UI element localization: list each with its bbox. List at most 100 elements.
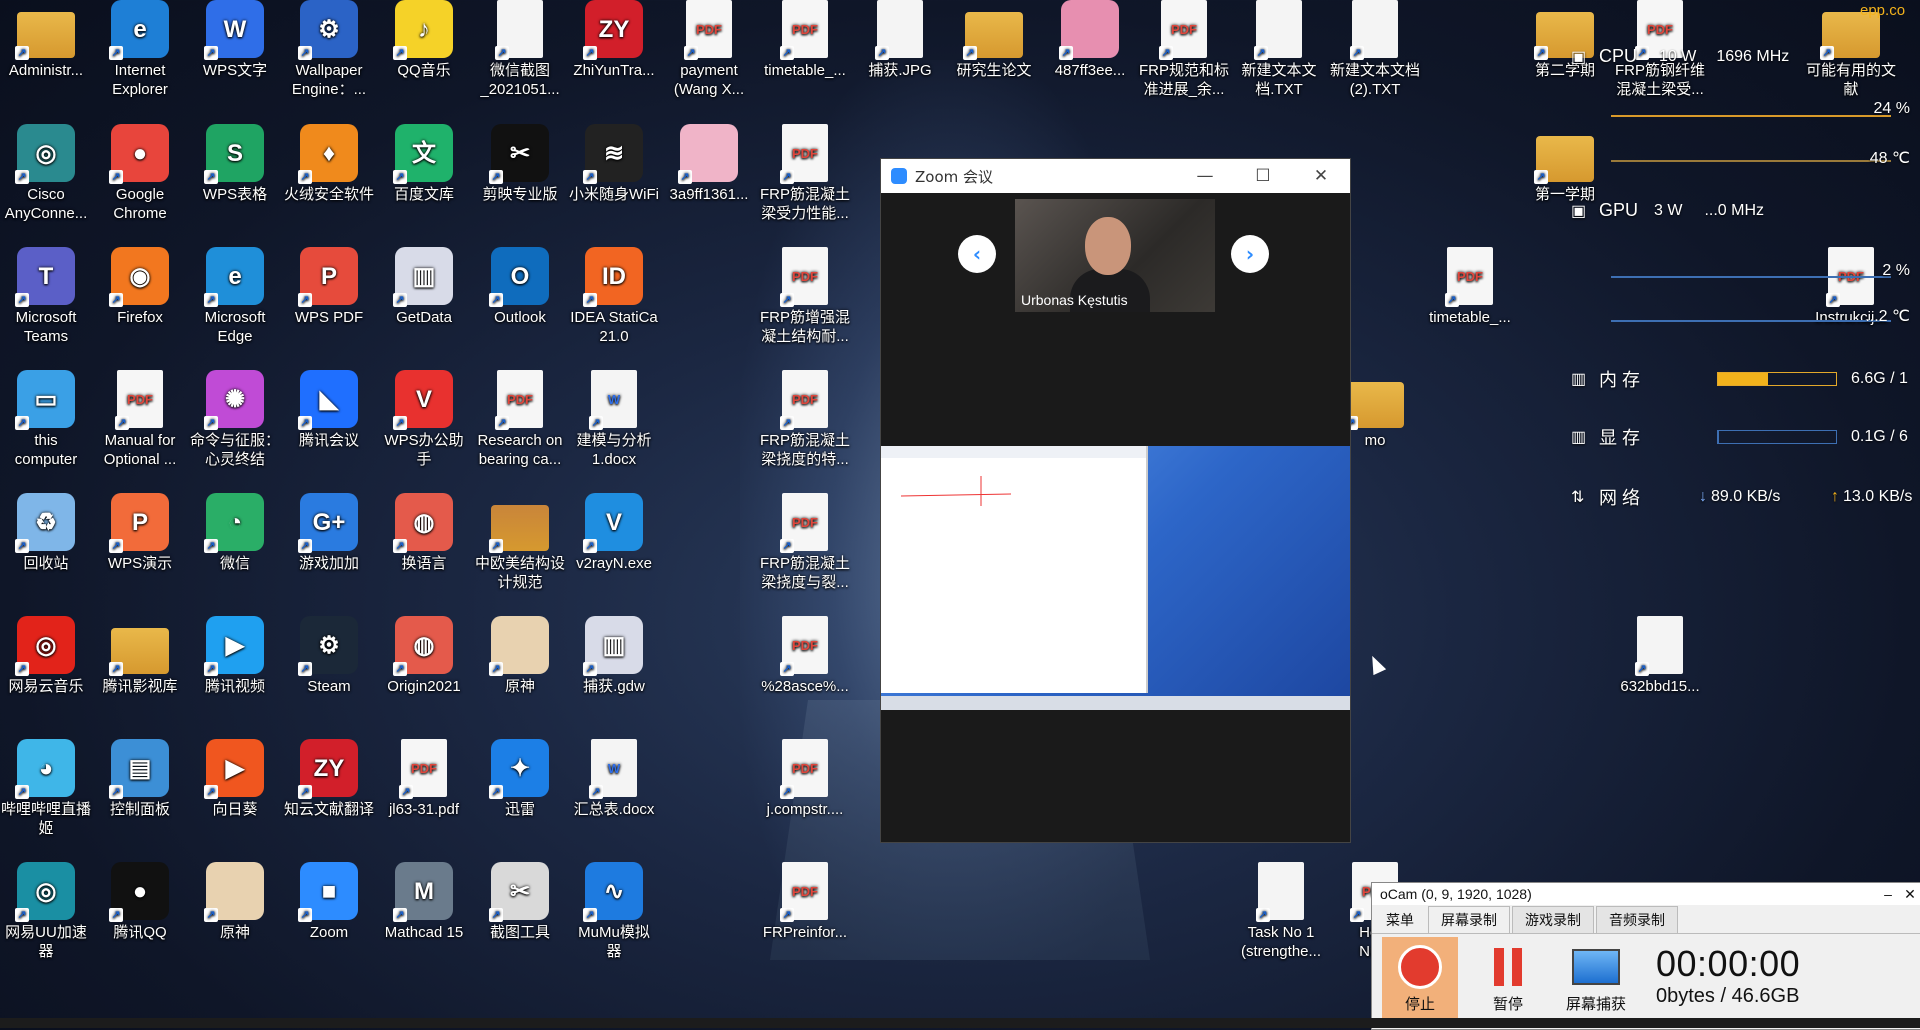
desktop-icon[interactable]: ▶ ↗ 腾讯视频 — [189, 616, 281, 696]
desktop-icon[interactable]: e ↗ Internet Explorer — [94, 0, 186, 99]
desktop-icon[interactable]: W ↗ 建模与分析 1.docx — [568, 370, 660, 469]
ocam-titlebar[interactable]: oCam (0, 9, 1920, 1028) – ✕ — [1372, 883, 1920, 905]
desktop-icon[interactable]: ↗ 捕获.JPG — [854, 0, 946, 80]
desktop-icon[interactable]: 文 ↗ 百度文库 — [378, 124, 470, 204]
desktop-icon[interactable]: e ↗ Microsoft Edge — [189, 247, 281, 346]
desktop-icon[interactable]: ↗ 3a9ff1361... — [663, 124, 755, 204]
zoom-titlebar[interactable]: Zoom 会议 — ☐ ✕ — [881, 159, 1350, 193]
desktop-icon[interactable]: PDF ↗ payment (Wang X... — [663, 0, 755, 99]
desktop-icon[interactable]: PDF ↗ FRPreinfor... — [759, 862, 851, 942]
desktop-icon[interactable]: ⚙ ↗ Wallpaper Engine：... — [283, 0, 375, 99]
pause-button[interactable]: 暂停 — [1470, 943, 1546, 1014]
zhiyun-icon: ZY ↗ — [298, 739, 358, 799]
desktop-icon[interactable]: ↗ 研究生论文 — [948, 0, 1040, 80]
tab-menu[interactable]: 菜单 — [1374, 907, 1426, 933]
minimize-button[interactable]: — — [1176, 159, 1234, 193]
maximize-button[interactable]: ☐ — [1234, 159, 1292, 193]
desktop-icon[interactable]: PDF ↗ FRP筋混凝土 梁挠度的特... — [759, 370, 851, 469]
ocam-window[interactable]: oCam (0, 9, 1920, 1028) – ✕ 菜单 屏幕录制 游戏录制… — [1371, 882, 1920, 1030]
desktop-icon[interactable]: ▶ ↗ 向日葵 — [189, 739, 281, 819]
desktop-icon[interactable]: ◎ ↗ Cisco AnyConne... — [0, 124, 92, 223]
desktop-icon[interactable]: ↗ 腾讯影视库 — [94, 616, 186, 696]
desktop-icon[interactable]: PDF ↗ jl63-31.pdf — [378, 739, 470, 819]
ocam-minimize-button[interactable]: – — [1877, 886, 1899, 902]
desktop-icon[interactable]: ↗ 原神 — [474, 616, 566, 696]
desktop-icon[interactable]: O ↗ Outlook — [474, 247, 566, 327]
desktop-icon[interactable]: ↗ 487ff3ee... — [1044, 0, 1136, 80]
desktop-icon[interactable]: ↗ 新建文本文档 (2).TXT — [1329, 0, 1421, 99]
desktop-icon[interactable]: ▤ ↗ 控制面板 — [94, 739, 186, 819]
desktop-icon[interactable]: ✦ ↗ 迅雷 — [474, 739, 566, 819]
desktop-icon[interactable]: ◔ ↗ 微信 — [189, 493, 281, 573]
desktop-icon[interactable]: ◎ ↗ 网易云音乐 — [0, 616, 92, 696]
memory-bar — [1717, 372, 1837, 386]
desktop-icon[interactable]: ZY ↗ 知云文献翻译 — [283, 739, 375, 819]
desktop-icon[interactable]: PDF ↗ FRP筋混凝土 梁受力性能... — [759, 124, 851, 223]
desktop-icon[interactable]: PDF ↗ j.compstr.... — [759, 739, 851, 819]
desktop-icon-label: 网易UU加速 器 — [5, 924, 87, 960]
desktop-icon[interactable]: ↗ 新建文本文 档.TXT — [1233, 0, 1325, 99]
tab-screen-record[interactable]: 屏幕录制 — [1428, 906, 1510, 933]
desktop-icon[interactable]: V ↗ v2rayN.exe — [568, 493, 660, 573]
zoom-window[interactable]: Zoom 会议 — ☐ ✕ ‹ Urbonas Kęstutis › — [880, 158, 1351, 843]
desktop-icon[interactable]: V ↗ WPS办公助 手 — [378, 370, 470, 469]
desktop-icon[interactable]: W ↗ 汇总表.docx — [568, 739, 660, 819]
stop-button[interactable]: 停止 — [1382, 937, 1458, 1025]
desktop-icon[interactable]: ▥ ↗ 捕获.gdw — [568, 616, 660, 696]
prev-page-button[interactable]: ‹ — [958, 235, 996, 273]
desktop-icon[interactable]: PDF ↗ timetable_... — [759, 0, 851, 80]
desktop-icon[interactable]: ▥ ↗ GetData — [378, 247, 470, 327]
desktop-icon[interactable]: T ↗ Microsoft Teams — [0, 247, 92, 346]
taskbar[interactable] — [0, 1018, 1920, 1028]
desktop-icon-label: ZhiYunTra... — [573, 62, 655, 79]
next-page-button[interactable]: › — [1231, 235, 1269, 273]
desktop-icon[interactable]: ⚙ ↗ Steam — [283, 616, 375, 696]
desktop-icon[interactable]: ↗ Administr... — [0, 0, 92, 80]
desktop-icon[interactable]: ✺ ↗ 命令与征服： 心灵终结 — [189, 370, 281, 469]
desktop-icon[interactable]: ZY ↗ ZhiYunTra... — [568, 0, 660, 80]
desktop-icon[interactable]: P ↗ WPS演示 — [94, 493, 186, 573]
desktop-icon[interactable]: PDF ↗ FRP筋混凝土 梁挠度与裂... — [759, 493, 851, 592]
desktop-icon[interactable]: ■ ↗ Zoom — [283, 862, 375, 942]
desktop-icon[interactable]: ◕ ↗ 哔哩哔哩直播 姬 — [0, 739, 92, 838]
desktop-icon[interactable]: S ↗ WPS表格 — [189, 124, 281, 204]
close-button[interactable]: ✕ — [1292, 159, 1350, 193]
desktop-icon[interactable]: ↗ 中欧美结构设 计规范 — [474, 493, 566, 592]
desktop-icon[interactable]: ✂ ↗ 剪映专业版 — [474, 124, 566, 204]
desktop-icon[interactable]: ↗ 632bbd15... — [1614, 616, 1706, 696]
desktop-icon[interactable]: ● ↗ Google Chrome — [94, 124, 186, 223]
desktop-icon[interactable]: ◍ ↗ Origin2021 — [378, 616, 470, 696]
desktop-icon[interactable]: PDF ↗ FRP筋增强混 凝土结构耐... — [759, 247, 851, 346]
desktop-icon[interactable]: G+ ↗ 游戏加加 — [283, 493, 375, 573]
desktop-icon[interactable]: ID ↗ IDEA StatiCa 21.0 — [568, 247, 660, 346]
desktop-icon[interactable]: ≋ ↗ 小米随身WiFi — [568, 124, 660, 204]
desktop-icon[interactable]: P ↗ WPS PDF — [283, 247, 375, 327]
desktop-icon[interactable]: PDF ↗ Research on bearing ca... — [474, 370, 566, 469]
desktop-icon[interactable]: ∿ ↗ MuMu模拟 器 — [568, 862, 660, 961]
desktop-icon[interactable]: ◣ ↗ 腾讯会议 — [283, 370, 375, 450]
desktop-icon[interactable]: ♦ ↗ 火绒安全软件 — [283, 124, 375, 204]
desktop-icon[interactable]: ↗ 微信截图 _2021051... — [474, 0, 566, 99]
tab-audio-record[interactable]: 音频录制 — [1596, 906, 1678, 933]
desktop-icon[interactable]: PDF ↗ FRP规范和标 准进展_余... — [1138, 0, 1230, 99]
desktop-icon[interactable]: ↗ 原神 — [189, 862, 281, 942]
desktop-icon[interactable]: ♪ ↗ QQ音乐 — [378, 0, 470, 80]
desktop-icon[interactable]: W ↗ WPS文字 — [189, 0, 281, 80]
desktop-icon[interactable]: PDF ↗ Manual for Optional ... — [94, 370, 186, 469]
desktop-icon[interactable]: ♻ ↗ 回收站 — [0, 493, 92, 573]
tab-game-record[interactable]: 游戏录制 — [1512, 906, 1594, 933]
participant-video-tile[interactable]: Urbonas Kęstutis — [1015, 199, 1215, 312]
desktop-icon[interactable]: ● ↗ 腾讯QQ — [94, 862, 186, 942]
desktop-icon[interactable]: M ↗ Mathcad 15 — [378, 862, 470, 942]
shared-screen[interactable] — [881, 446, 1350, 710]
desktop-icon[interactable]: ◎ ↗ 网易UU加速 器 — [0, 862, 92, 961]
ocam-close-button[interactable]: ✕ — [1899, 886, 1920, 903]
desktop-icon[interactable]: PDF ↗ %28asce%... — [759, 616, 851, 696]
screen-capture-button[interactable]: 屏幕捕获 — [1558, 943, 1634, 1014]
desktop-icon[interactable]: ◉ ↗ Firefox — [94, 247, 186, 327]
desktop-icon[interactable]: PDF ↗ timetable_... — [1424, 247, 1516, 327]
desktop-icon[interactable]: ↗ Task No 1 (strengthe... — [1235, 862, 1327, 961]
desktop-icon[interactable]: ✂ ↗ 截图工具 — [474, 862, 566, 942]
desktop-icon[interactable]: ◍ ↗ 换语言 — [378, 493, 470, 573]
desktop-icon[interactable]: ▭ ↗ this computer — [0, 370, 92, 469]
